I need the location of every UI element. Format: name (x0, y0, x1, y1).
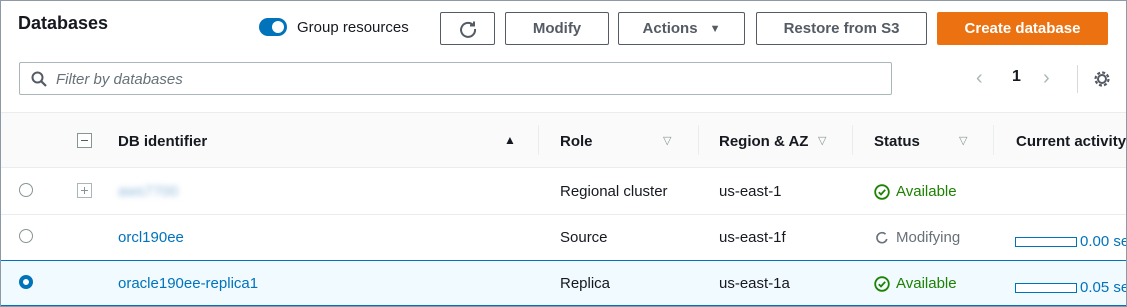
refresh-button[interactable] (440, 12, 495, 45)
activity-bar (1015, 282, 1077, 293)
status-cell: Modifying (874, 229, 960, 246)
spinner-icon (876, 231, 888, 244)
column-divider (538, 125, 539, 155)
sort-icon[interactable]: ▽ (959, 134, 967, 147)
status-label: Modifying (896, 229, 961, 246)
db-identifier-link[interactable]: orcl190ee (118, 229, 184, 246)
expand-row-icon[interactable] (77, 183, 92, 198)
column-header-role[interactable]: Role (560, 133, 593, 150)
page-title: Databases (18, 13, 109, 33)
toggle-knob (272, 21, 284, 33)
table-row[interactable]: oracle190ee-replica1 Replica us-east-1a … (1, 260, 1127, 306)
status-label: Available (896, 275, 957, 292)
region-cell: us-east-1a (719, 275, 790, 292)
region-cell: us-east-1f (719, 229, 786, 246)
activity-value: 0.00 se (1080, 233, 1127, 250)
check-circle-icon (874, 183, 890, 200)
gear-icon[interactable] (1092, 69, 1112, 89)
column-divider (698, 125, 699, 155)
table-row[interactable]: orcl190ee Source us-east-1f Modifying 0.… (1, 215, 1127, 261)
group-resources-toggle[interactable]: Group resources (259, 18, 409, 36)
sort-icon[interactable]: ▽ (818, 134, 826, 147)
current-activity-meter[interactable]: 0.00 se (1015, 233, 1127, 250)
modify-button[interactable]: Modify (505, 12, 609, 45)
filter-search-box[interactable] (19, 62, 892, 95)
toggle-switch[interactable] (259, 18, 287, 36)
status-label: Available (896, 183, 957, 200)
status-cell: Available (874, 183, 957, 200)
refresh-icon (459, 21, 476, 38)
db-identifier-link[interactable]: aws7700 (118, 183, 178, 200)
table-header: DB identifier ▲ Role ▽ Region & AZ ▽ Sta… (1, 113, 1126, 168)
activity-value: 0.05 se (1080, 279, 1127, 296)
filter-input[interactable] (56, 68, 876, 90)
row-select-radio[interactable] (19, 229, 33, 243)
column-divider (993, 125, 994, 155)
region-cell: us-east-1 (719, 183, 782, 200)
restore-from-s3-button[interactable]: Restore from S3 (756, 12, 927, 45)
current-activity-meter[interactable]: 0.05 se (1015, 279, 1127, 296)
sort-ascending-icon[interactable]: ▲ (504, 133, 516, 147)
create-database-button[interactable]: Create database (937, 12, 1108, 45)
search-icon (31, 71, 47, 87)
column-header-region[interactable]: Region & AZ (719, 133, 808, 150)
status-cell: Available (874, 275, 957, 292)
check-circle-icon (874, 275, 890, 292)
row-select-radio[interactable] (19, 275, 33, 289)
current-page-number[interactable]: 1 (1012, 68, 1021, 86)
column-header-current-activity[interactable]: Current activity (1016, 133, 1126, 150)
db-identifier-link[interactable]: oracle190ee-replica1 (118, 275, 258, 292)
role-cell: Regional cluster (560, 183, 668, 200)
table-row[interactable]: aws7700 Regional cluster us-east-1 Avail… (1, 169, 1126, 215)
column-divider (852, 125, 853, 155)
collapse-all-icon[interactable] (77, 133, 92, 148)
previous-page-icon[interactable]: ‹ (976, 67, 983, 90)
actions-dropdown-button[interactable]: Actions ▼ (618, 12, 745, 45)
caret-down-icon: ▼ (709, 22, 721, 35)
actions-label: Actions (642, 20, 698, 37)
column-header-status[interactable]: Status (874, 133, 920, 150)
sort-icon[interactable]: ▽ (663, 134, 671, 147)
row-select-radio[interactable] (19, 183, 33, 197)
toggle-label: Group resources (297, 18, 409, 36)
role-cell: Replica (560, 275, 611, 292)
databases-panel: Databases Group resources Modify Actions… (0, 0, 1127, 307)
next-page-icon[interactable]: › (1043, 67, 1050, 90)
role-cell: Source (560, 229, 608, 246)
activity-bar (1015, 236, 1077, 247)
pager-divider (1077, 65, 1078, 93)
column-header-db-identifier[interactable]: DB identifier (118, 133, 207, 150)
